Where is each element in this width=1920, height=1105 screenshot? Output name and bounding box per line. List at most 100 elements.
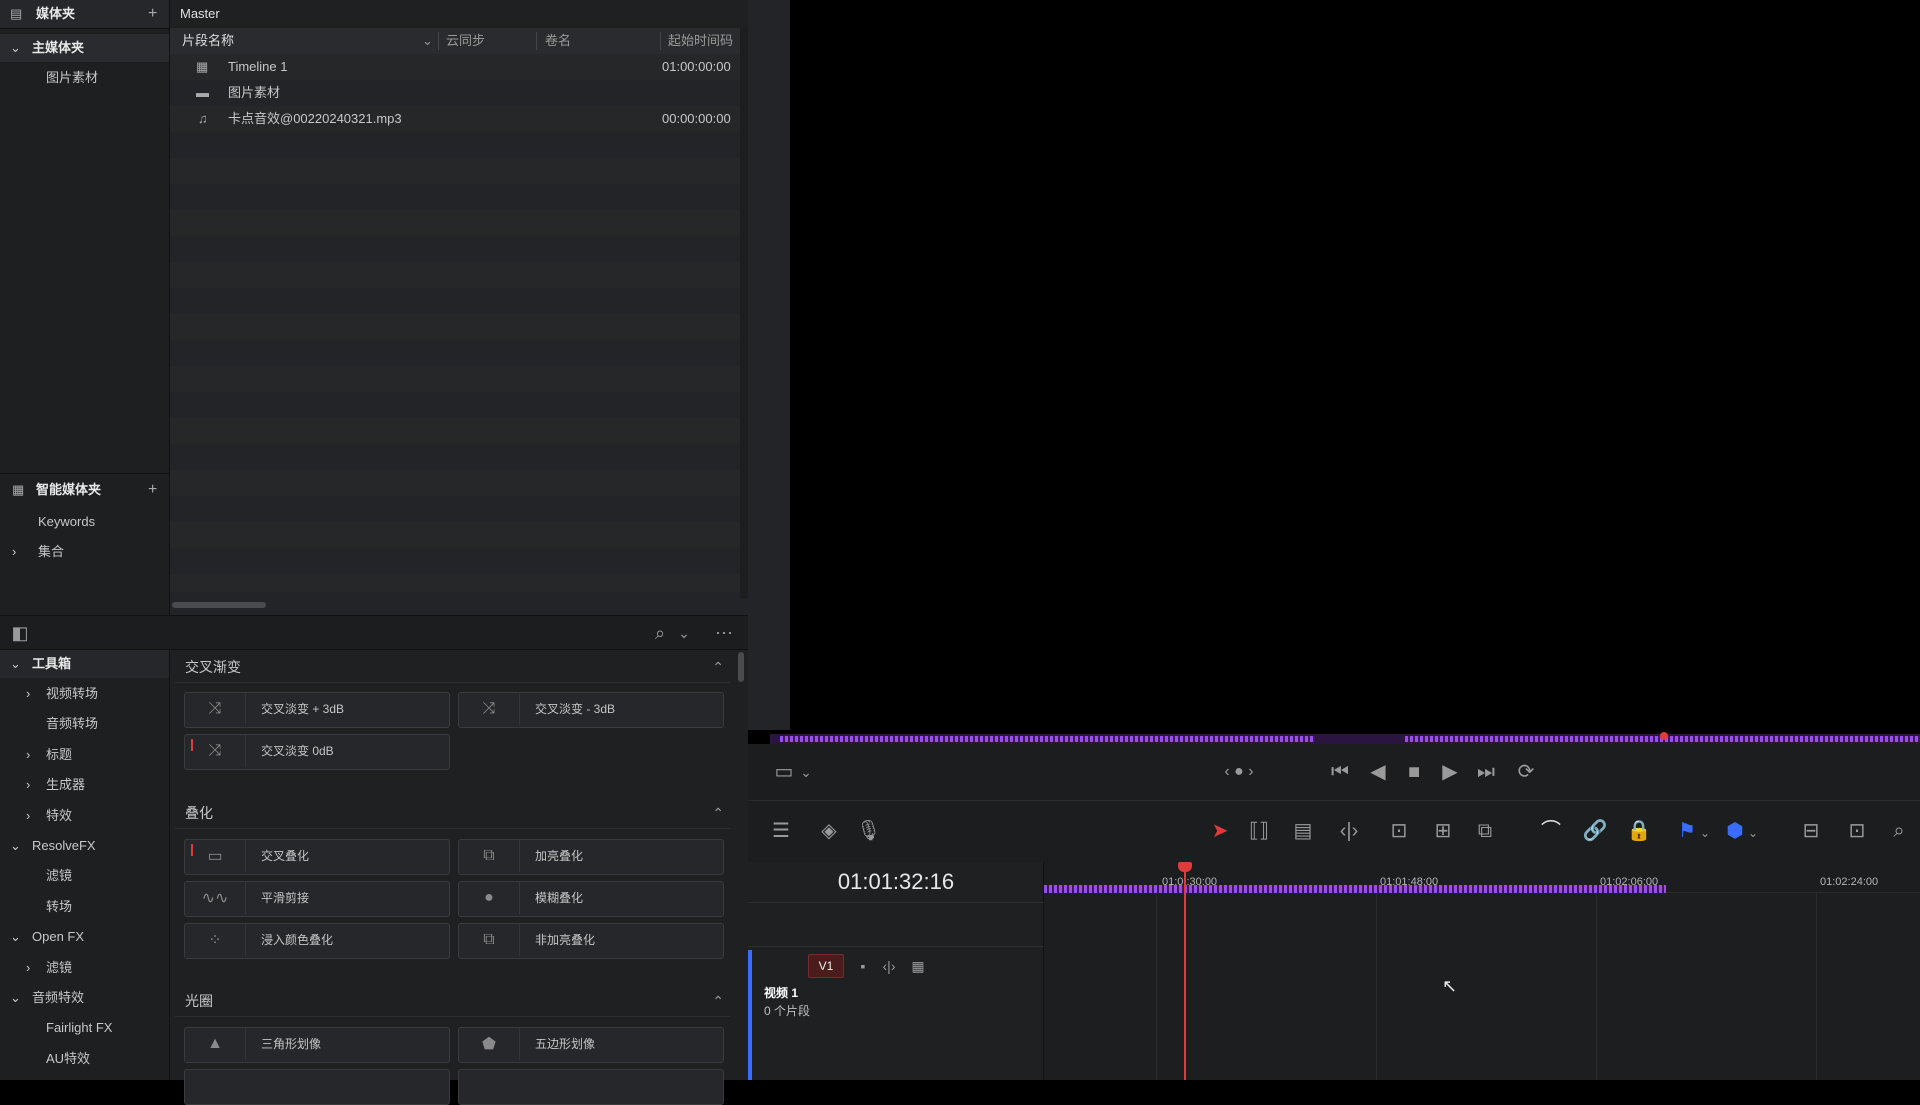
- chevron-down-icon[interactable]: ⌄: [10, 34, 21, 62]
- tree-item-au-fx[interactable]: AU特效: [0, 1045, 169, 1073]
- tree-item-resolvefx-filters[interactable]: 滤镜: [0, 862, 169, 890]
- playhead-handle[interactable]: [1178, 862, 1192, 872]
- timeline-tracks[interactable]: 01:0 :30:00 01:01:48:00 01:02:06:00 01:0…: [1044, 862, 1920, 1080]
- column-reel-name[interactable]: 卷名: [545, 28, 571, 54]
- chevron-right-icon[interactable]: ›: [26, 680, 30, 708]
- tree-item-titles[interactable]: › 标题: [0, 741, 169, 769]
- tree-item-video-transitions[interactable]: › 视频转场: [0, 680, 169, 708]
- tree-item-images[interactable]: 图片素材: [0, 64, 169, 92]
- stop-icon[interactable]: ■: [1402, 760, 1426, 784]
- tree-item-openfx[interactable]: ⌄ Open FX: [0, 923, 169, 951]
- section-iris[interactable]: 光圈 ⌃: [175, 986, 730, 1017]
- column-start-tc[interactable]: 起始时间码: [668, 28, 733, 54]
- tree-item-generators[interactable]: › 生成器: [0, 771, 169, 799]
- link-icon[interactable]: 🔗: [1582, 819, 1608, 843]
- horizontal-scrollbar[interactable]: [172, 602, 266, 608]
- effects-scrollbar[interactable]: [738, 652, 744, 682]
- section-dissolve[interactable]: 叠化 ⌃: [175, 798, 730, 829]
- tree-item-effects[interactable]: › 特效: [0, 802, 169, 830]
- effect-blur-dissolve[interactable]: ● 模糊叠化: [458, 881, 724, 917]
- chevron-down-icon[interactable]: ⌄: [10, 923, 21, 951]
- tree-item-fairlight-fx[interactable]: Fairlight FX: [0, 1014, 169, 1042]
- chevron-right-icon[interactable]: ›: [26, 802, 30, 830]
- add-smart-bin-button[interactable]: +: [148, 474, 157, 506]
- chevron-right-icon[interactable]: ›: [12, 538, 16, 566]
- loop-icon[interactable]: ⟳: [1512, 760, 1540, 784]
- playhead[interactable]: [1184, 862, 1186, 1080]
- effect-triangle-iris[interactable]: ▲ 三角形划像: [184, 1027, 450, 1063]
- chevron-right-icon[interactable]: ›: [26, 771, 30, 799]
- effect-dip-to-color[interactable]: ⁘ 浸入颜色叠化: [184, 923, 450, 959]
- chevron-down-icon[interactable]: ⌄: [1698, 821, 1712, 845]
- panel-toggle-icon[interactable]: ◧: [8, 621, 32, 645]
- lock-track-icon[interactable]: ▪: [852, 954, 874, 978]
- insert-clip-icon[interactable]: ⊡: [1384, 819, 1414, 843]
- lock-icon[interactable]: 🔒: [1626, 819, 1652, 843]
- add-bin-button[interactable]: +: [148, 0, 157, 28]
- effect-additive-dissolve[interactable]: ⧉ 加亮叠化: [458, 839, 724, 875]
- tree-item-audio-transitions[interactable]: 音频转场: [0, 710, 169, 738]
- effect-non-additive-dissolve[interactable]: ⧉ 非加亮叠化: [458, 923, 724, 959]
- dynamic-trim-icon[interactable]: ▤: [1288, 819, 1318, 843]
- audio-clip-strip[interactable]: [1044, 885, 1666, 893]
- film-track-icon[interactable]: ▦: [906, 954, 930, 978]
- replace-clip-icon[interactable]: ⧉: [1470, 819, 1500, 843]
- trim-tool-icon[interactable]: ⟦⟧: [1244, 819, 1274, 843]
- vertical-scrollbar[interactable]: [740, 28, 748, 598]
- skip-to-start-icon[interactable]: ⏮: [1326, 760, 1354, 784]
- chevron-right-icon[interactable]: ›: [26, 741, 30, 769]
- tree-item-openfx-filters[interactable]: › 滤镜: [0, 954, 169, 982]
- effect-next-right[interactable]: [458, 1069, 724, 1105]
- tree-item-master[interactable]: ⌄ 主媒体夹: [0, 34, 169, 62]
- chevron-up-icon[interactable]: ⌃: [712, 652, 724, 682]
- zoom-custom-icon[interactable]: ⌕: [1884, 819, 1914, 843]
- smart-item-keywords[interactable]: Keywords: [0, 508, 169, 536]
- auto-select-icon[interactable]: ◈: [814, 819, 844, 843]
- blade-tool-icon[interactable]: ‹|›: [1334, 819, 1364, 843]
- tree-item-resolvefx[interactable]: ⌄ ResolveFX: [0, 832, 169, 860]
- chevron-down-icon[interactable]: ⌄: [10, 984, 21, 1012]
- skip-to-end-icon[interactable]: ⏭: [1472, 760, 1500, 784]
- flag-icon[interactable]: ⚑: [1676, 819, 1698, 843]
- play-icon[interactable]: ▶: [1438, 760, 1462, 784]
- overwrite-clip-icon[interactable]: ⊞: [1428, 819, 1458, 843]
- selection-tool-icon[interactable]: ➤: [1208, 819, 1232, 843]
- table-row[interactable]: ♫ 卡点音效@00220240321.mp3 00:00:00:00: [170, 106, 740, 132]
- zoom-detail-icon[interactable]: ⊡: [1842, 819, 1872, 843]
- effect-cross-dissolve[interactable]: ▭ 交叉叠化: [184, 839, 450, 875]
- column-clip-name[interactable]: 片段名称: [182, 28, 234, 54]
- chevron-right-icon[interactable]: ›: [26, 954, 30, 982]
- effect-smooth-cut[interactable]: ∿∿ 平滑剪接: [184, 881, 450, 917]
- chevron-down-icon[interactable]: ⌄: [1746, 821, 1760, 845]
- effect-next-left[interactable]: [184, 1069, 450, 1105]
- timeline-options-icon[interactable]: ☰: [766, 819, 796, 843]
- marker-icon[interactable]: ⬢: [1724, 819, 1746, 843]
- tree-item-toolbox[interactable]: ⌄ 工具箱: [0, 650, 169, 678]
- snapping-icon[interactable]: ⌒: [1538, 819, 1564, 843]
- chevron-down-icon[interactable]: ⌄: [676, 621, 692, 645]
- effect-crossfade-minus3[interactable]: ⤨ 交叉淡变 - 3dB: [458, 692, 724, 728]
- chevron-down-icon[interactable]: ⌄: [10, 832, 21, 860]
- play-reverse-icon[interactable]: ◀: [1366, 760, 1390, 784]
- column-cloud-sync[interactable]: 云同步: [446, 28, 485, 54]
- tree-item-resolvefx-transitions[interactable]: 转场: [0, 893, 169, 921]
- chevron-down-icon[interactable]: ⌄: [798, 760, 814, 784]
- effect-crossfade-0db[interactable]: ⤨ 交叉淡变 0dB: [184, 734, 450, 770]
- microphone-icon[interactable]: 🎙: [856, 819, 881, 843]
- track-label-v1[interactable]: V1: [808, 954, 844, 978]
- effect-pentagon-iris[interactable]: ⬟ 五边形划像: [458, 1027, 724, 1063]
- table-row[interactable]: ▬ 图片素材: [170, 80, 740, 106]
- track-selector[interactable]: [748, 950, 752, 1080]
- table-row[interactable]: ▦ Timeline 1 01:00:00:00: [170, 54, 740, 80]
- chevron-down-icon[interactable]: ⌄: [422, 28, 433, 54]
- chevron-down-icon[interactable]: ⌄: [10, 650, 21, 678]
- zoom-full-icon[interactable]: ⊟: [1796, 819, 1826, 843]
- auto-select-track-icon[interactable]: ‹|›: [876, 954, 902, 978]
- chevron-up-icon[interactable]: ⌃: [712, 798, 724, 828]
- more-options-icon[interactable]: ⋯: [710, 621, 738, 645]
- search-icon[interactable]: ⌕: [648, 621, 672, 645]
- section-cross-fade[interactable]: 交叉渐变 ⌃: [175, 652, 730, 683]
- effect-crossfade-plus3[interactable]: ⤨ 交叉淡变 + 3dB: [184, 692, 450, 728]
- viewer-mode-icon[interactable]: ▭: [772, 760, 796, 784]
- chevron-up-icon[interactable]: ⌃: [712, 986, 724, 1016]
